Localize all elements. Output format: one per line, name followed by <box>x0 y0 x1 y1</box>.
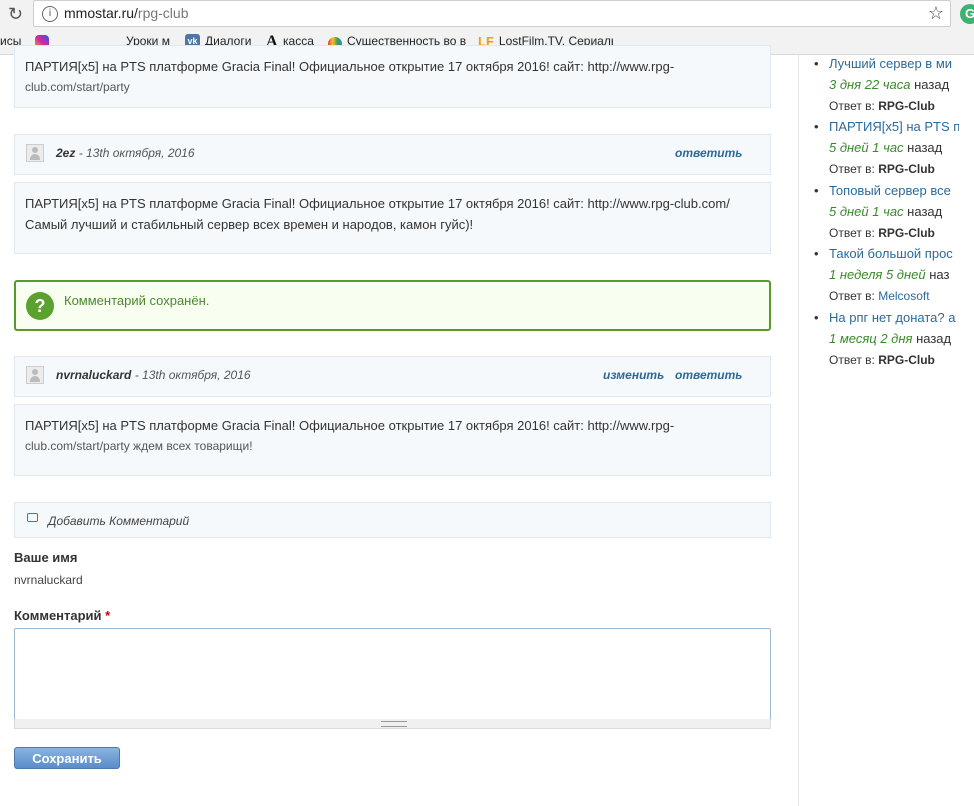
author-name[interactable]: 2ez <box>56 146 75 160</box>
comment-meta: 2ez - 13th октября, 2016 ответить <box>14 134 771 175</box>
reply-prefix: Ответ в: <box>829 353 879 367</box>
reply-target[interactable]: RPG-Club <box>878 226 935 240</box>
avatar <box>26 366 44 384</box>
status-text: Комментарий сохранён. <box>64 293 210 308</box>
reply-to: Ответ в: RPG-Club <box>829 162 935 176</box>
reply-to: Ответ в: RPG-Club <box>829 353 935 367</box>
recent-comment-age: 1 месяц 2 дня назад <box>829 331 951 346</box>
add-comment-header: Добавить Комментарий <box>14 502 771 538</box>
reply-target[interactable]: RPG-Club <box>878 162 935 176</box>
recent-comment-link[interactable]: ПАРТИЯ[x5] на PTS п <box>829 116 959 137</box>
comment-text: ПАРТИЯ[x5] на PTS платформе Gracia Final… <box>15 405 770 457</box>
comment-text-line: Самый лучший и стабильный сервер всех вр… <box>25 217 474 232</box>
age-suffix: назад <box>912 331 952 346</box>
url-path: rpg-club <box>137 5 189 21</box>
comment-body: ПАРТИЯ[x5] на PTS платформе Gracia Final… <box>14 404 771 476</box>
reply-link[interactable]: ответить <box>675 368 742 382</box>
reply-prefix: Ответ в: <box>829 162 879 176</box>
age-value: 3 дня 22 часа <box>829 77 911 92</box>
recent-comment-age: 1 неделя 5 дней наз <box>829 267 949 282</box>
recent-comment-link[interactable]: На рпг нет доната? а <box>829 307 959 328</box>
url-host: mmostar.ru/ <box>64 5 138 21</box>
sidebar: • Лучший сервер в ми 3 дня 22 часа назад… <box>798 55 974 806</box>
comment-text-line: ПАРТИЯ[x5] на PTS платформе Gracia Final… <box>25 196 730 211</box>
age-suffix: назад <box>903 140 943 155</box>
age-value: 1 неделя 5 дней <box>829 267 926 282</box>
bullet-icon: • <box>814 310 819 325</box>
address-bar[interactable]: i mmostar.ru/rpg-club ☆ <box>33 0 951 27</box>
question-icon: ? <box>26 292 54 320</box>
reply-prefix: Ответ в: <box>829 289 879 303</box>
reply-target[interactable]: RPG-Club <box>878 353 935 367</box>
recent-comment-age: 5 дней 1 час назад <box>829 140 942 155</box>
reply-target[interactable]: RPG-Club <box>878 99 935 113</box>
comment-text-line: club.com/start/party ждем всех товарищи! <box>25 439 253 453</box>
url-text[interactable]: mmostar.ru/rpg-club <box>64 5 189 21</box>
age-value: 1 месяц 2 дня <box>829 331 913 346</box>
comment-body: ПАРТИЯ[x5] на PTS платформе Gracia Final… <box>14 182 771 254</box>
reply-link[interactable]: ответить <box>675 146 742 160</box>
name-label: Ваше имя <box>14 550 78 565</box>
edit-link[interactable]: изменить <box>603 368 664 382</box>
comment-text-line: club.com/start/party <box>25 80 130 94</box>
list-item: • Такой большой прос 1 неделя 5 дней наз… <box>814 243 974 307</box>
comment-text: ПАРТИЯ[x5] на PTS платформе Gracia Final… <box>15 46 770 98</box>
extension-icon[interactable]: G <box>960 4 974 24</box>
required-mark: * <box>105 608 111 623</box>
save-button[interactable]: Сохранить <box>14 747 120 769</box>
comment-author: 2ez - 13th октября, 2016 <box>56 146 195 160</box>
author-name[interactable]: nvrnaluckard <box>56 368 131 382</box>
add-comment-title: Добавить Комментарий <box>48 514 190 528</box>
recent-comment-age: 3 дня 22 часа назад <box>829 77 949 92</box>
list-item: • Лучший сервер в ми 3 дня 22 часа назад… <box>814 53 974 117</box>
age-value: 5 дней 1 час <box>829 204 904 219</box>
age-suffix: назад <box>910 77 950 92</box>
comment-author: nvrnaluckard - 13th октября, 2016 <box>56 368 251 382</box>
age-value: 5 дней 1 час <box>829 140 904 155</box>
reply-prefix: Ответ в: <box>829 226 879 240</box>
list-item: • ПАРТИЯ[x5] на PTS п 5 дней 1 час назад… <box>814 116 974 180</box>
age-suffix: назад <box>903 204 943 219</box>
comment-text-line: ПАРТИЯ[x5] на PTS платформе Gracia Final… <box>25 59 675 74</box>
list-item: • На рпг нет доната? а 1 месяц 2 дня наз… <box>814 307 974 371</box>
reply-prefix: Ответ в: <box>829 99 879 113</box>
comment-label-text: Комментарий <box>14 608 102 623</box>
status-message: ? Комментарий сохранён. <box>14 280 771 331</box>
bookmark-star-icon[interactable]: ☆ <box>928 3 944 24</box>
recent-comment-link[interactable]: Лучший сервер в ми <box>829 53 959 74</box>
recent-comment-link[interactable]: Такой большой прос <box>829 243 959 264</box>
age-suffix: наз <box>925 267 950 282</box>
bullet-icon: • <box>814 183 819 198</box>
bullet-icon: • <box>814 119 819 134</box>
comment-body: ПАРТИЯ[x5] на PTS платформе Gracia Final… <box>14 45 771 108</box>
comment-text: ПАРТИЯ[x5] на PTS платформе Gracia Final… <box>15 183 770 235</box>
list-item: • Топовый сервер все 5 дней 1 час назад … <box>814 180 974 244</box>
bullet-icon: • <box>814 246 819 261</box>
comment-bubble-icon <box>27 513 38 522</box>
name-value: nvrnaluckard <box>14 573 83 587</box>
reply-target[interactable]: Melcosoft <box>878 289 929 303</box>
comment-date: - 13th октября, 2016 <box>131 368 251 382</box>
reply-to: Ответ в: RPG-Club <box>829 99 935 113</box>
avatar <box>26 144 44 162</box>
comment-date: - 13th октября, 2016 <box>75 146 195 160</box>
recent-comment-link[interactable]: Топовый сервер все <box>829 180 959 201</box>
reply-to: Ответ в: Melcosoft <box>829 289 930 303</box>
bullet-icon: • <box>814 56 819 71</box>
comment-text-line: ПАРТИЯ[x5] на PTS платформе Gracia Final… <box>25 418 675 433</box>
info-icon[interactable]: i <box>42 6 58 22</box>
reply-to: Ответ в: RPG-Club <box>829 226 935 240</box>
main-content: ПАРТИЯ[x5] на PTS платформе Gracia Final… <box>0 45 798 806</box>
recent-comment-age: 5 дней 1 час назад <box>829 204 942 219</box>
reload-icon[interactable]: ↻ <box>8 4 23 24</box>
comment-meta: nvrnaluckard - 13th октября, 2016 измени… <box>14 356 771 397</box>
browser-toolbar: ↻ i mmostar.ru/rpg-club ☆ G <box>0 0 974 28</box>
comment-textarea[interactable] <box>14 628 771 720</box>
comment-label: Комментарий * <box>14 608 110 623</box>
resize-handle[interactable] <box>14 719 771 729</box>
